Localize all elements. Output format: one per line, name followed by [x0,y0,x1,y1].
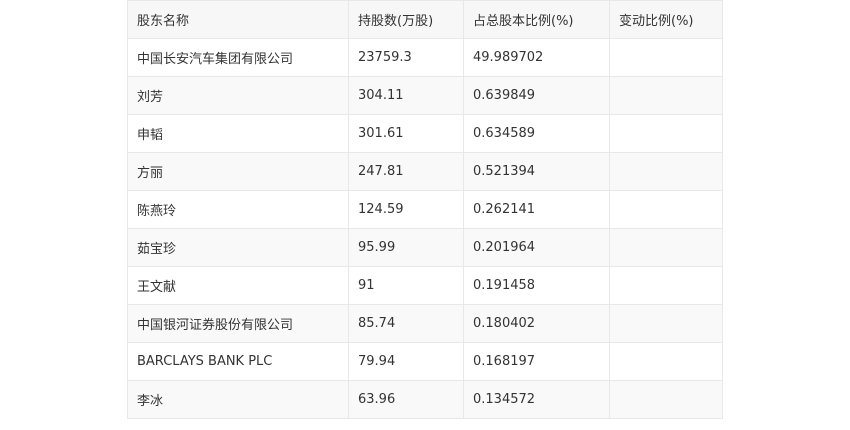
header-shareholder-name: 股东名称 [127,0,349,39]
cell-shares-held: 247.81 [348,152,464,191]
cell-shares-held: 124.59 [348,190,464,229]
cell-shareholder-name: BARCLAYS BANK PLC [127,342,349,381]
cell-shareholder-name: 中国长安汽车集团有限公司 [127,38,349,77]
header-shares-held: 持股数(万股) [348,0,464,39]
cell-share-ratio: 0.521394 [463,152,610,191]
cell-shareholder-name: 陈燕玲 [127,190,349,229]
cell-shares-held: 85.74 [348,304,464,343]
cell-shareholder-name: 刘芳 [127,76,349,115]
cell-shareholder-name: 李冰 [127,380,349,419]
table-row: 刘芳 304.11 0.639849 [127,76,723,115]
cell-shareholder-name: 王文献 [127,266,349,305]
cell-change-ratio [609,266,723,305]
table-row: BARCLAYS BANK PLC 79.94 0.168197 [127,342,723,381]
cell-share-ratio: 49.989702 [463,38,610,77]
cell-change-ratio [609,342,723,381]
cell-share-ratio: 0.168197 [463,342,610,381]
cell-shares-held: 23759.3 [348,38,464,77]
table-row: 王文献 91 0.191458 [127,266,723,305]
cell-share-ratio: 0.134572 [463,380,610,419]
table-row: 中国银河证券股份有限公司 85.74 0.180402 [127,304,723,343]
cell-share-ratio: 0.634589 [463,114,610,153]
table-row: 申韬 301.61 0.634589 [127,114,723,153]
cell-change-ratio [609,304,723,343]
cell-change-ratio [609,38,723,77]
cell-shares-held: 301.61 [348,114,464,153]
cell-share-ratio: 0.262141 [463,190,610,229]
table-row: 方丽 247.81 0.521394 [127,152,723,191]
table-row: 茹宝珍 95.99 0.201964 [127,228,723,267]
cell-change-ratio [609,190,723,229]
cell-shares-held: 91 [348,266,464,305]
cell-shareholder-name: 茹宝珍 [127,228,349,267]
cell-change-ratio [609,228,723,267]
cell-shares-held: 304.11 [348,76,464,115]
cell-share-ratio: 0.180402 [463,304,610,343]
table-row: 中国长安汽车集团有限公司 23759.3 49.989702 [127,38,723,77]
table-row: 李冰 63.96 0.134572 [127,380,723,419]
shareholder-table-container: 股东名称 持股数(万股) 占总股本比例(%) 变动比例(%) 中国长安汽车集团有… [127,0,723,419]
cell-shareholder-name: 申韬 [127,114,349,153]
cell-shares-held: 79.94 [348,342,464,381]
header-change-ratio: 变动比例(%) [609,0,723,39]
shareholder-table: 股东名称 持股数(万股) 占总股本比例(%) 变动比例(%) 中国长安汽车集团有… [127,0,723,419]
cell-change-ratio [609,152,723,191]
cell-change-ratio [609,380,723,419]
cell-share-ratio: 0.201964 [463,228,610,267]
cell-shareholder-name: 中国银河证券股份有限公司 [127,304,349,343]
table-row: 陈燕玲 124.59 0.262141 [127,190,723,229]
cell-share-ratio: 0.639849 [463,76,610,115]
cell-shareholder-name: 方丽 [127,152,349,191]
cell-change-ratio [609,76,723,115]
cell-change-ratio [609,114,723,153]
cell-share-ratio: 0.191458 [463,266,610,305]
cell-shares-held: 95.99 [348,228,464,267]
table-header-row: 股东名称 持股数(万股) 占总股本比例(%) 变动比例(%) [127,0,723,39]
cell-shares-held: 63.96 [348,380,464,419]
header-share-ratio: 占总股本比例(%) [463,0,610,39]
